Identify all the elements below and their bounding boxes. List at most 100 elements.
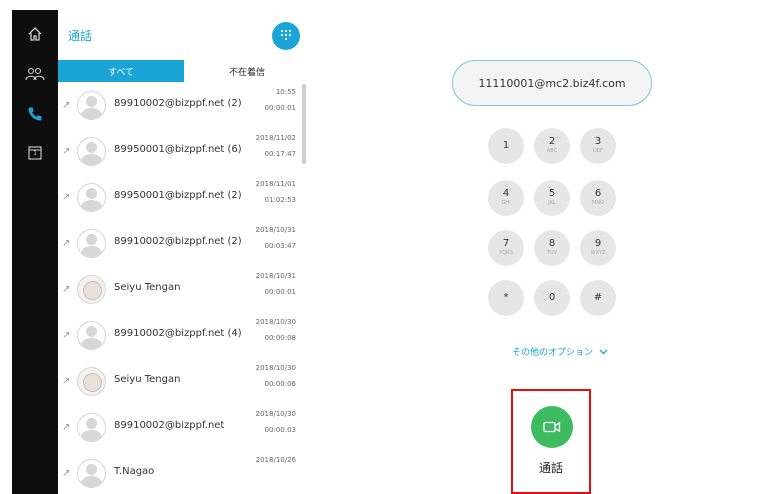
contact-name: Seiyu Tengan [114, 282, 181, 293]
dial-key-digit: 4 [502, 188, 510, 199]
avatar [77, 459, 106, 488]
phone-icon [27, 106, 43, 122]
home-icon [27, 26, 43, 42]
call-date: 2018/10/26 [255, 456, 296, 464]
dial-key-letters: ABC [546, 148, 558, 154]
dial-key-4[interactable]: 4 GHI [488, 180, 524, 216]
new-call-button[interactable] [272, 22, 300, 50]
call-history-panel: 通話 すべて 不在着信 ↗ 89910002@bizppf.net (2) 10… [58, 10, 310, 494]
call-duration: 00:00:01 [264, 104, 296, 112]
dial-key-1[interactable]: 1 [488, 128, 524, 164]
avatar [77, 275, 106, 304]
avatar [77, 91, 106, 120]
dial-key-digit: # [593, 292, 603, 303]
avatar [77, 183, 106, 212]
address-field[interactable] [452, 60, 652, 106]
call-history-row[interactable]: ↗ 89910002@bizppf.net (4) 2018/10/30 00:… [58, 312, 300, 358]
history-scrollbar[interactable] [302, 84, 306, 164]
tab-all[interactable]: すべて [58, 60, 184, 82]
more-options-toggle[interactable]: その他のオプション [512, 345, 608, 358]
call-duration: 01:02:53 [264, 196, 296, 204]
contact-name: 89910002@bizppf.net (4) [114, 328, 242, 339]
call-history-row[interactable]: ↗ Seiyu Tengan 2018/10/31 00:00:01 [58, 266, 300, 312]
dial-key-3[interactable]: 3 DEF [580, 128, 616, 164]
outgoing-arrow-icon: ↗ [62, 100, 71, 111]
dialpad-icon [279, 27, 293, 46]
dial-key-digit: 9 [594, 238, 602, 249]
dial-key-digit: 6 [594, 188, 602, 199]
nav-calls-button[interactable] [12, 96, 58, 132]
outgoing-arrow-icon: ↗ [62, 468, 71, 479]
video-call-button[interactable] [531, 406, 573, 448]
call-duration: 00:00:06 [264, 380, 296, 388]
avatar [77, 229, 106, 258]
contact-name: 89950001@bizppf.net (6) [114, 144, 242, 155]
outgoing-arrow-icon: ↗ [62, 238, 71, 249]
outgoing-arrow-icon: ↗ [62, 192, 71, 203]
call-duration: 00:17:47 [264, 150, 296, 158]
contact-name: Seiyu Tengan [114, 374, 181, 385]
video-camera-icon [543, 418, 561, 437]
call-history-row[interactable]: ↗ 89910002@bizppf.net (2) 2018/10/31 00:… [58, 220, 300, 266]
call-history-row[interactable]: ↗ 89950001@bizppf.net (2) 2018/11/01 01:… [58, 174, 300, 220]
dial-key-8[interactable]: 8 TUV [534, 230, 570, 266]
dial-key-letters: DEF [593, 148, 603, 154]
contact-name: 89910002@bizppf.net (2) [114, 236, 242, 247]
dial-key-letters: WXYZ [590, 250, 606, 256]
call-history-row[interactable]: ↗ Seiyu Tengan 2018/10/30 00:00:06 [58, 358, 300, 404]
call-history-row[interactable]: ↗ 89910002@bizppf.net 2018/10/30 00:00:0… [58, 404, 300, 450]
dial-key-digit: * [503, 292, 509, 303]
dial-key-digit: 2 [548, 136, 556, 147]
call-date: 2018/10/31 [255, 226, 296, 234]
call-history-row[interactable]: ↗ 89950001@bizppf.net (6) 2018/11/02 00:… [58, 128, 300, 174]
outgoing-arrow-icon: ↗ [62, 376, 71, 387]
call-date: 2018/11/01 [255, 180, 296, 188]
contact-name: 89910002@bizppf.net [114, 420, 225, 431]
dial-key-2[interactable]: 2 ABC [534, 128, 570, 164]
tab-missed-calls[interactable]: 不在着信 [184, 60, 310, 82]
call-date: 2018/10/30 [255, 318, 296, 326]
nav-calendar-button[interactable]: 1 [12, 134, 58, 170]
dial-key-digit: 5 [548, 188, 556, 199]
dial-key-digit: 0 [548, 292, 556, 303]
dial-key-5[interactable]: 5 JKL [534, 180, 570, 216]
outgoing-arrow-icon: ↗ [62, 284, 71, 295]
call-date: 2018/10/30 [255, 364, 296, 372]
avatar [77, 413, 106, 442]
outgoing-arrow-icon: ↗ [62, 330, 71, 341]
avatar [77, 367, 106, 396]
nav-home-button[interactable] [12, 16, 58, 52]
contact-name: 89950001@bizppf.net (2) [114, 190, 242, 201]
call-duration: 00:00:08 [264, 334, 296, 342]
outgoing-arrow-icon: ↗ [62, 146, 71, 157]
call-history-row[interactable]: ↗ 89910002@bizppf.net (2) 10:55 00:00:01 [58, 82, 300, 128]
dial-key-letters: GHI [501, 200, 511, 206]
calendar-day-label: 1 [33, 149, 37, 157]
dial-key-letters: TUV [546, 250, 558, 256]
outgoing-arrow-icon: ↗ [62, 422, 71, 433]
dial-key-9[interactable]: 9 WXYZ [580, 230, 616, 266]
call-date: 2018/10/30 [255, 410, 296, 418]
call-duration: 00:03:47 [264, 242, 296, 250]
call-history-row[interactable]: ↗ T.Nagao 2018/10/26 [58, 450, 300, 494]
dial-key-hash[interactable]: # [580, 280, 616, 316]
nav-contacts-button[interactable] [12, 56, 58, 92]
dial-key-digit: 1 [502, 140, 510, 151]
call-button-label: 通話 [538, 461, 563, 475]
call-highlight-box: 通話 [511, 389, 591, 494]
chevron-down-icon [599, 348, 608, 358]
more-options-label: その他のオプション [512, 348, 594, 358]
contact-name: 89910002@bizppf.net (2) [114, 98, 242, 109]
dial-key-letters: MNO [592, 200, 604, 206]
call-duration: 00:00:03 [264, 426, 296, 434]
dial-key-digit: 8 [548, 238, 556, 249]
address-input[interactable] [453, 61, 651, 105]
calendar-icon: 1 [28, 145, 42, 160]
avatar [77, 321, 106, 350]
dial-key-6[interactable]: 6 MNO [580, 180, 616, 216]
dial-key-7[interactable]: 7 PQRS [488, 230, 524, 266]
call-duration: 00:00:01 [264, 288, 296, 296]
dial-key-star[interactable]: * [488, 280, 524, 316]
dial-key-0[interactable]: 0 [534, 280, 570, 316]
dial-key-letters: PQRS [499, 250, 513, 256]
